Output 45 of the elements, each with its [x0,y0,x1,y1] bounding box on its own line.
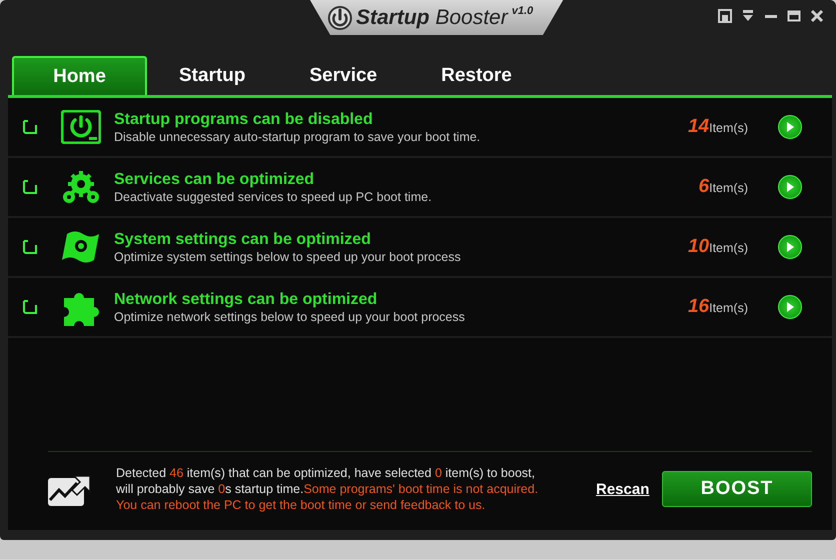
checkbox[interactable] [22,299,38,315]
tab[interactable]: Service [278,56,410,95]
play-button[interactable] [778,115,802,139]
item-title: Services can be optimized [114,170,316,188]
maximize-icon[interactable] [787,9,801,23]
item-count: 16 [688,296,710,318]
status-message: Detected 46 item(s) that can be optimized, have selected 0 item(s) to boost, will probably save 0s startup time.Some programs' boot time is not acquired. You can reboot the PC to get the boot time or send feedback to us. [116,465,540,513]
item-description: Optimize network settings below to speed up your boot process [114,310,466,324]
item-unit: Item(s) [709,121,748,135]
checkbox[interactable] [22,239,38,255]
play-button[interactable] [778,235,802,259]
play-icon [786,122,794,132]
item-count: 10 [688,236,710,258]
item-unit: Item(s) [709,301,748,315]
monitor-power-icon [61,110,101,144]
item-title: System settings can be optimized [114,230,372,248]
checkbox[interactable] [22,179,38,195]
tab[interactable]: Home [12,56,147,95]
play-icon [786,242,794,252]
version-label: v1.0 [512,5,534,17]
play-button[interactable] [778,175,802,199]
gears-icon [62,170,100,204]
flag-gear-icon [61,230,101,264]
play-icon [786,182,794,192]
item-unit: Item(s) [709,241,748,255]
item-count: 6 [698,176,710,198]
checkbox[interactable] [22,119,38,135]
boost-button[interactable]: BOOST [662,471,812,507]
tab[interactable]: Restore [409,56,544,95]
skin-icon[interactable] [718,9,732,23]
item-description: Disable unnecessary auto-startup program to save your boot time. [114,130,482,144]
item-description: Optimize system settings below to speed up your boot process [114,250,462,264]
item-title: Network settings can be optimized [114,290,378,308]
rescan-link[interactable]: Rescan [596,480,650,498]
play-icon [786,302,794,312]
play-button[interactable] [778,295,802,319]
dropdown-icon[interactable] [741,9,755,23]
item-unit: Item(s) [709,181,748,195]
tab[interactable]: Startup [147,56,278,95]
close-icon[interactable] [810,9,824,23]
item-count: 14 [688,116,710,138]
app-title: Startup Booster [356,6,508,30]
item-title: Startup programs can be disabled [114,110,374,128]
power-icon [328,6,352,30]
item-description: Deactivate suggested services to speed up PC boot time. [114,190,433,204]
